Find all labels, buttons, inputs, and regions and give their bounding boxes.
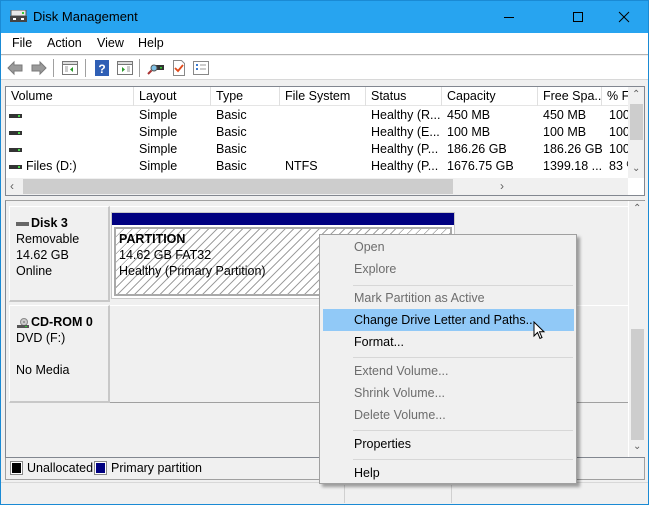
menu-action[interactable]: Action [47,36,82,50]
checklist-icon[interactable] [170,59,188,77]
menu-item-explore[interactable]: Explore [323,258,574,280]
toolbar-separator [53,59,54,77]
table-row[interactable]: Simple Basic Healthy (R... 450 MB 450 MB… [6,107,628,124]
menu-item-mark-partition-active[interactable]: Mark Partition as Active [323,287,574,309]
column-header-file-system[interactable]: File System [280,87,366,106]
scroll-left-icon[interactable]: ‹ [10,179,14,193]
cdrom-icon [16,317,30,329]
menu-separator [353,357,573,358]
status-bar [1,482,648,504]
menu-item-delete-volume[interactable]: Delete Volume... [323,404,574,426]
toolbar-separator [85,59,86,77]
drive-icon [9,164,22,169]
menu-bar: File Action View Help [1,33,648,55]
drive-icon [9,130,22,135]
menu-view[interactable]: View [97,36,124,50]
legend-swatch-unallocated [10,461,23,475]
column-header-capacity[interactable]: Capacity [442,87,538,106]
menu-separator [353,430,573,431]
scroll-down-icon[interactable]: ⌄ [632,163,640,174]
menu-item-help[interactable]: Help [323,462,574,484]
menu-item-open[interactable]: Open [323,236,574,258]
legend-label-unallocated: Unallocated [27,461,94,475]
context-menu: Open Explore Mark Partition as Active Ch… [319,234,577,484]
volume-list-horizontal-scrollbar[interactable]: ‹ › [6,178,628,195]
disk-label[interactable]: CD-ROM 0 DVD (F:) No Media [9,305,110,403]
scroll-right-icon[interactable]: › [500,179,504,193]
menu-item-extend-volume[interactable]: Extend Volume... [323,360,574,382]
connect-drive-icon[interactable] [147,59,165,77]
show-hide-action-pane-icon[interactable] [116,59,134,77]
mouse-cursor-icon [533,321,546,340]
volume-list-vertical-scrollbar[interactable]: ⌃ ⌄ [628,87,644,178]
scrollbar-thumb[interactable] [631,329,644,440]
table-row[interactable]: Simple Basic Healthy (E... 100 MB 100 MB… [6,124,628,141]
menu-separator [353,459,573,460]
minimize-button[interactable] [486,1,532,33]
menu-help[interactable]: Help [138,36,164,50]
close-icon [618,11,630,23]
scrollbar-thumb[interactable] [23,179,453,194]
close-button[interactable] [601,1,647,33]
table-row[interactable]: Files (D:) Simple Basic NTFS Healthy (P.… [6,158,628,175]
table-row[interactable]: Simple Basic Healthy (P... 186.26 GB 186… [6,141,628,158]
column-header-layout[interactable]: Layout [134,87,211,106]
column-header-volume[interactable]: Volume [6,87,134,106]
back-icon[interactable] [6,59,24,77]
menu-file[interactable]: File [12,36,32,50]
svg-text:?: ? [98,62,105,76]
legend-label-primary: Primary partition [111,461,202,475]
maximize-button[interactable] [555,1,601,33]
forward-icon[interactable] [30,59,48,77]
column-header-free-space[interactable]: Free Spa... [538,87,602,106]
title-bar[interactable]: Disk Management [1,1,648,33]
minimize-icon [504,17,514,18]
show-hide-console-tree-icon[interactable] [61,59,79,77]
volume-list: Volume Layout Type File System Status Ca… [5,86,645,196]
menu-separator [353,285,573,286]
disk-icon [16,221,29,226]
disk-view-vertical-scrollbar[interactable]: ⌃ ⌄ [628,201,645,457]
column-header-status[interactable]: Status [366,87,442,106]
toolbar-separator [139,59,140,77]
maximize-icon [573,12,583,22]
menu-item-shrink-volume[interactable]: Shrink Volume... [323,382,574,404]
primary-partition-bar [112,213,454,225]
properties-list-icon[interactable] [192,59,210,77]
scrollbar-thumb[interactable] [630,104,643,140]
scroll-up-icon[interactable]: ⌃ [632,89,640,100]
drive-icon [9,113,22,118]
disk-management-window: Disk Management File Action View Help ? [0,0,649,505]
drive-icon [9,147,22,152]
window-title: Disk Management [33,9,138,24]
scroll-up-icon[interactable]: ⌃ [633,203,641,214]
help-icon[interactable]: ? [93,59,111,77]
legend-swatch-primary [94,461,107,475]
disk-label[interactable]: Disk 3 Removable 14.62 GB Online [9,206,110,302]
toolbar: ? [1,56,648,80]
disk-management-icon [10,10,27,22]
scroll-down-icon[interactable]: ⌄ [633,441,641,452]
volume-list-header: Volume Layout Type File System Status Ca… [6,87,629,106]
menu-item-properties[interactable]: Properties [323,433,574,455]
column-header-type[interactable]: Type [211,87,280,106]
